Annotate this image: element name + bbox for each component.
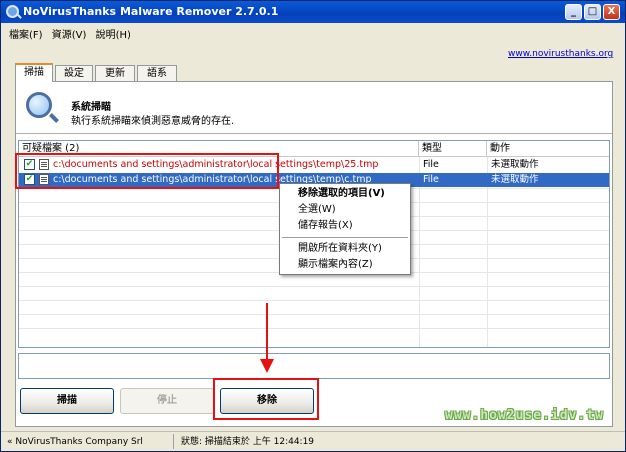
row-action: 未選取動作 xyxy=(491,174,539,185)
tab-scan[interactable]: 掃描 xyxy=(15,63,53,82)
app-magnifier-icon xyxy=(6,5,19,18)
menu-item-select-all[interactable]: 全選(W) xyxy=(280,202,410,218)
tab-update[interactable]: 更新 xyxy=(95,65,135,82)
menu-help[interactable]: 說明(H) xyxy=(96,30,131,41)
title-bar: NoVirusThanks Malware Remover 2.7.0.1 _ … xyxy=(1,1,625,23)
scan-status-field xyxy=(18,353,610,379)
row-type: File xyxy=(423,159,439,170)
panel-description: 執行系統掃瞄來偵測惡意威脅的存在. xyxy=(71,116,235,127)
grid-line xyxy=(19,286,609,287)
highlight-box-files xyxy=(15,153,279,189)
window-title: NoVirusThanks Malware Remover 2.7.0.1 xyxy=(23,5,279,18)
status-bar: « NoVirusThanks Company Srl 狀態: 掃描結束於 上午… xyxy=(1,431,625,451)
scan-button[interactable]: 掃描 xyxy=(20,388,114,414)
status-text: 狀態: 掃描結束於 上午 12:44:19 xyxy=(181,437,315,447)
tab-language[interactable]: 語系 xyxy=(137,65,177,82)
grid-line xyxy=(19,328,609,329)
grid-line xyxy=(19,314,609,315)
column-action[interactable]: 動作 xyxy=(487,141,609,157)
website-link[interactable]: www.novirusthanks.org xyxy=(508,49,613,59)
grid-line xyxy=(19,300,609,301)
tab-settings[interactable]: 設定 xyxy=(55,65,93,82)
menu-bar: 檔案(F) 資源(V) 說明(H) xyxy=(9,26,137,41)
status-divider xyxy=(173,434,174,449)
context-menu: 移除選取的項目(V) 全選(W) 儲存報告(X) 開啟所在資料夾(Y) 顯示檔案… xyxy=(279,183,411,275)
panel-title: 系統掃瞄 xyxy=(71,102,111,113)
app-window: NoVirusThanks Malware Remover 2.7.0.1 _ … xyxy=(0,0,626,452)
stop-button[interactable]: 停止 xyxy=(120,388,214,414)
menu-item-show-file-content[interactable]: 顯示檔案內容(Z) xyxy=(280,257,410,273)
column-type[interactable]: 類型 xyxy=(419,141,487,157)
close-button[interactable]: X xyxy=(603,4,620,20)
menu-item-save-report[interactable]: 儲存報告(X) xyxy=(280,218,410,234)
menu-item-open-folder[interactable]: 開啟所在資料夾(Y) xyxy=(280,241,410,257)
maximize-button[interactable]: □ xyxy=(584,4,601,20)
minimize-button[interactable]: _ xyxy=(565,4,582,20)
watermark: www.how2use.idv.tw xyxy=(445,408,604,423)
annotation-arrow xyxy=(266,303,268,363)
menu-resources[interactable]: 資源(V) xyxy=(52,30,87,41)
annotation-arrow-head xyxy=(260,359,274,373)
menu-separator xyxy=(282,237,408,238)
menu-file[interactable]: 檔案(F) xyxy=(9,30,43,41)
company-name: « NoVirusThanks Company Srl xyxy=(7,437,143,447)
panel-header: 系統掃瞄 執行系統掃瞄來偵測惡意威脅的存在. xyxy=(16,82,612,134)
row-type: File xyxy=(423,174,439,185)
row-action: 未選取動作 xyxy=(491,159,539,170)
menu-item-remove-selected[interactable]: 移除選取的項目(V) xyxy=(280,186,410,202)
highlight-box-remove xyxy=(213,378,319,420)
scan-magnifier-icon xyxy=(26,92,52,118)
